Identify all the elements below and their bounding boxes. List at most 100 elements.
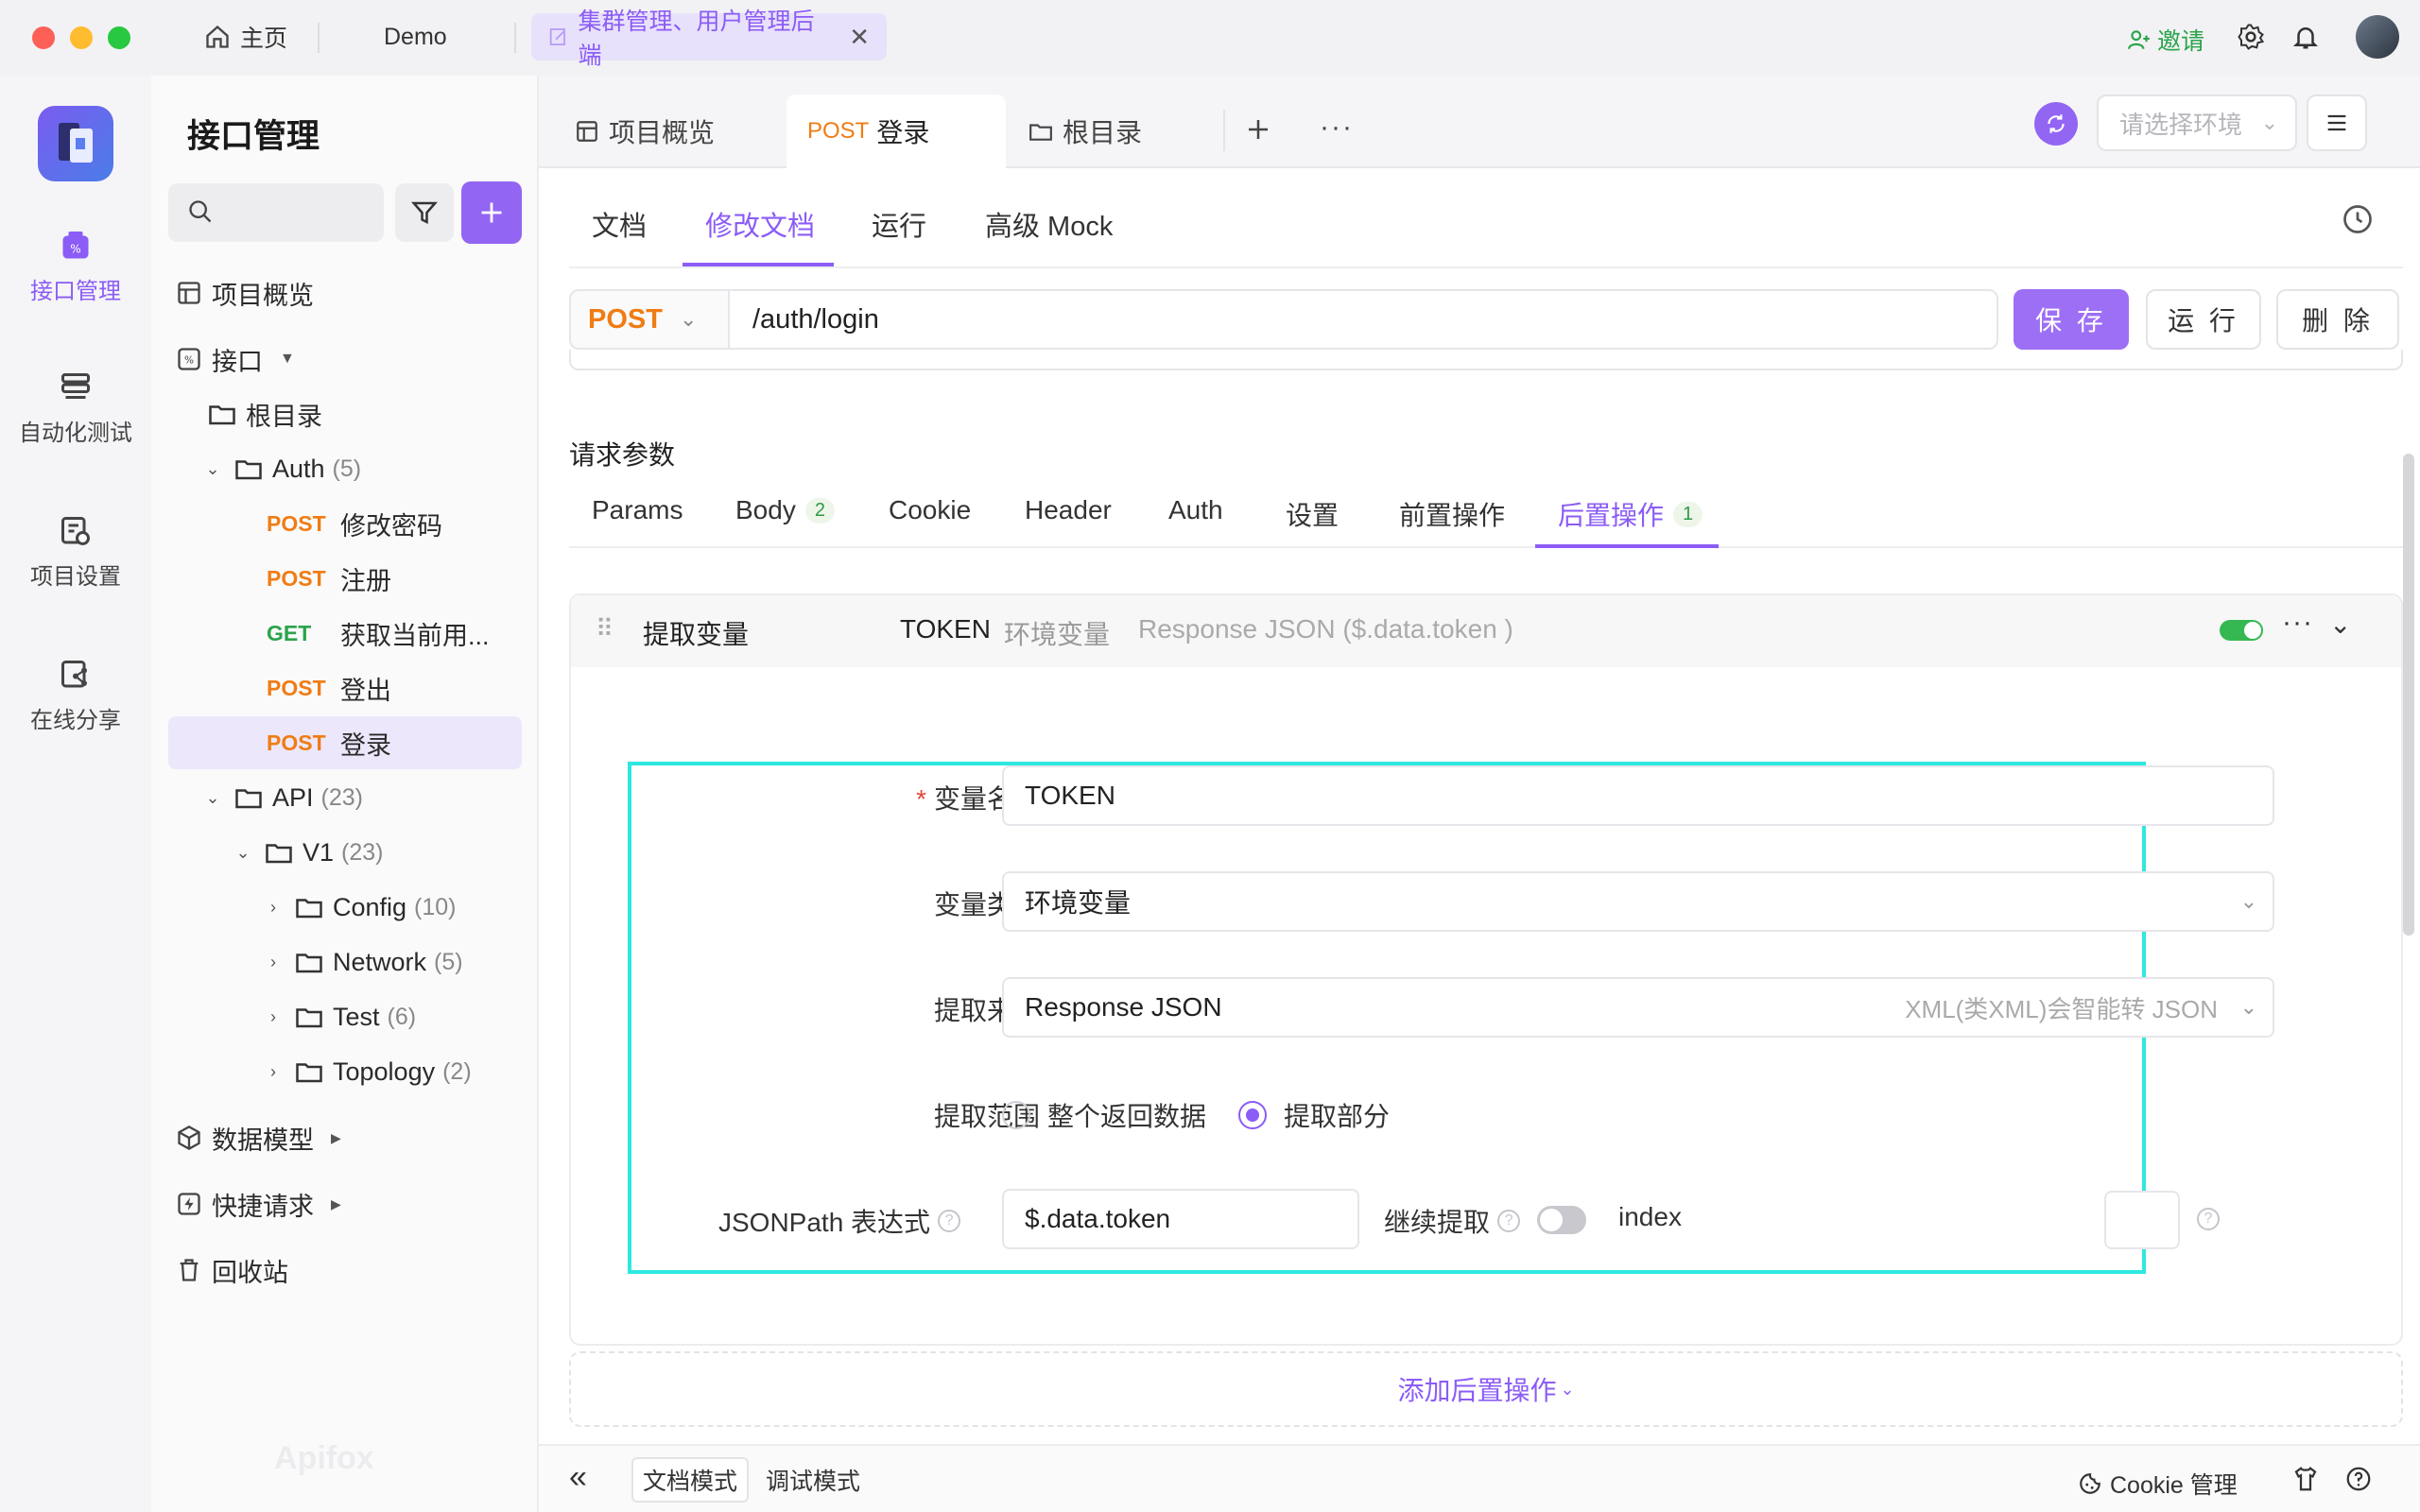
chevron-down-icon[interactable]: ⌄	[204, 459, 221, 479]
search-input[interactable]	[168, 183, 384, 242]
invite-button[interactable]: 邀请	[2127, 23, 2204, 57]
chevron-right-icon[interactable]: ›	[265, 1062, 282, 1082]
tree-folder-network[interactable]: › Network (5)	[265, 937, 463, 987]
chevron-down-icon[interactable]: ⌄	[234, 843, 251, 863]
rail-item-online-share[interactable]: 在线分享	[0, 658, 151, 734]
avatar[interactable]	[2356, 15, 2399, 59]
tab-cookie[interactable]: Cookie	[889, 495, 971, 525]
tab-settings[interactable]: 设置	[1286, 495, 1339, 533]
environment-select[interactable]: 请选择环境 ⌄	[2097, 94, 2297, 151]
tree-item-current-user[interactable]: GET 获取当前用...	[267, 609, 490, 658]
menu-button[interactable]	[2307, 94, 2367, 151]
chevron-right-icon[interactable]: ›	[265, 898, 282, 918]
add-button[interactable]	[461, 181, 522, 244]
tab-auth[interactable]: Auth	[1168, 495, 1223, 525]
tab-run[interactable]: 运行	[872, 204, 926, 244]
tab-body[interactable]: Body 2	[735, 495, 835, 525]
tree-folder-test[interactable]: › Test (6)	[265, 992, 416, 1041]
tree-item-quick-request[interactable]: 快捷请求 ▶	[176, 1179, 341, 1228]
tab-project-active[interactable]: 集群管理、用户管理后端 ✕	[531, 9, 887, 69]
source-select[interactable]: Response JSON XML(类XML)会智能转 JSON ⌄	[1002, 977, 2274, 1038]
add-post-operation-button[interactable]: 添加后置操作 ⌄	[569, 1351, 2403, 1427]
close-window-button[interactable]	[32, 26, 55, 49]
rail-item-api-management[interactable]: % 接口管理	[0, 229, 151, 305]
chevron-down-icon[interactable]: ⌄	[204, 788, 221, 808]
env-sync-button[interactable]	[2034, 102, 2078, 146]
tree-folder-topology[interactable]: › Topology (2)	[265, 1047, 472, 1096]
more-icon[interactable]: ···	[2282, 607, 2313, 639]
expand-triangle-icon[interactable]: ▼	[280, 351, 295, 368]
post-operation-header[interactable]: ⠿ 提取变量 TOKEN 环境变量 Response JSON ($.data.…	[571, 595, 2401, 667]
tree-item-register[interactable]: POST 注册	[267, 554, 391, 603]
debug-mode-button[interactable]: 调试模式	[754, 1457, 872, 1503]
more-tabs-icon[interactable]: ···	[1320, 112, 1354, 144]
method-select[interactable]: POST ⌄	[569, 289, 730, 350]
scrollbar[interactable]	[2403, 454, 2414, 936]
tree-item-logout[interactable]: POST 登出	[267, 663, 391, 713]
range-option-part[interactable]: 提取部分	[1238, 1096, 1390, 1134]
tab-pre-operations[interactable]: 前置操作	[1399, 495, 1505, 533]
tree-item-change-password[interactable]: POST 修改密码	[267, 499, 442, 548]
tab-doc[interactable]: 文档	[592, 204, 647, 244]
expand-triangle-icon[interactable]: ▶	[331, 1130, 341, 1146]
continue-extract-toggle[interactable]	[1537, 1206, 1586, 1234]
tree-item-data-model[interactable]: 数据模型 ▶	[176, 1113, 341, 1162]
tree-item-interfaces[interactable]: % 接口 ▼	[176, 335, 295, 384]
radio-button[interactable]	[1002, 1101, 1030, 1129]
collapse-sidebar-icon[interactable]: «	[569, 1459, 587, 1496]
tree-item-recycle-bin[interactable]: 回收站	[176, 1246, 288, 1295]
rail-item-automation[interactable]: 自动化测试	[0, 370, 151, 447]
shirt-icon[interactable]	[2291, 1465, 2320, 1498]
tree-folder-v1[interactable]: ⌄ V1 (23)	[234, 828, 383, 877]
tree-folder-api[interactable]: ⌄ API (23)	[204, 773, 363, 822]
expand-triangle-icon[interactable]: ▶	[331, 1196, 341, 1212]
chevron-down-icon[interactable]: ⌄	[2329, 609, 2351, 640]
maximize-window-button[interactable]	[108, 26, 130, 49]
tab-header[interactable]: Header	[1025, 495, 1112, 525]
tab-demo[interactable]: Demo	[384, 13, 447, 60]
minimize-window-button[interactable]	[70, 26, 93, 49]
doc-tab-overview[interactable]: 项目概览	[575, 94, 715, 168]
delete-button[interactable]: 删 除	[2276, 289, 2399, 350]
history-icon[interactable]	[2341, 202, 2375, 241]
var-type-select[interactable]: 环境变量 ⌄	[1002, 871, 2274, 932]
close-tab-icon[interactable]: ✕	[849, 23, 870, 52]
tree-folder-config[interactable]: › Config (10)	[265, 883, 457, 932]
chevron-right-icon[interactable]: ›	[265, 1007, 282, 1027]
doc-mode-button[interactable]: 文档模式	[631, 1457, 749, 1503]
gear-icon[interactable]	[2237, 23, 2265, 56]
jsonpath-input[interactable]: $.data.token	[1002, 1189, 1359, 1249]
tree-folder-count: (10)	[414, 893, 457, 920]
help-icon[interactable]: ?	[938, 1210, 961, 1232]
index-input[interactable]	[2104, 1191, 2180, 1249]
add-tab-button[interactable]	[1244, 115, 1272, 148]
tree-item-login[interactable]: POST 登录	[267, 718, 391, 767]
cookie-manager-button[interactable]: Cookie 管理	[2078, 1467, 2238, 1501]
help-icon[interactable]: ?	[2197, 1208, 2220, 1230]
doc-tab-root[interactable]: 根目录	[1028, 94, 1142, 168]
var-name-input[interactable]: TOKEN	[1002, 765, 2274, 826]
radio-button-selected[interactable]	[1238, 1101, 1267, 1129]
url-input[interactable]: /auth/login	[728, 289, 1998, 350]
filter-button[interactable]	[395, 183, 454, 242]
tree-item-overview[interactable]: 项目概览	[176, 268, 314, 318]
save-button[interactable]: 保 存	[2014, 289, 2129, 350]
run-button[interactable]: 运 行	[2146, 289, 2261, 350]
bell-icon[interactable]	[2291, 23, 2320, 56]
tab-advanced-mock[interactable]: 高级 Mock	[985, 204, 1113, 244]
tab-post-operations[interactable]: 后置操作 1	[1558, 495, 1703, 533]
tab-edit-doc[interactable]: 修改文档	[705, 204, 815, 244]
chevron-right-icon[interactable]: ›	[265, 953, 282, 972]
tree-item-root[interactable]: 根目录	[208, 389, 322, 438]
doc-tab-login[interactable]: POST 登录	[786, 94, 1006, 168]
tab-home[interactable]: 主页	[204, 13, 287, 60]
op-enable-toggle[interactable]	[2220, 620, 2263, 641]
range-option-all[interactable]: 整个返回数据	[1002, 1096, 1206, 1134]
drag-handle-icon[interactable]: ⠿	[596, 614, 614, 644]
description-textarea[interactable]	[569, 350, 2403, 370]
rail-item-project-settings[interactable]: 项目设置	[0, 514, 151, 591]
tree-folder-auth[interactable]: ⌄ Auth (5)	[204, 444, 361, 493]
help-circle-icon[interactable]	[2344, 1465, 2373, 1498]
help-icon[interactable]: ?	[1497, 1210, 1521, 1232]
tab-params[interactable]: Params	[592, 495, 683, 525]
